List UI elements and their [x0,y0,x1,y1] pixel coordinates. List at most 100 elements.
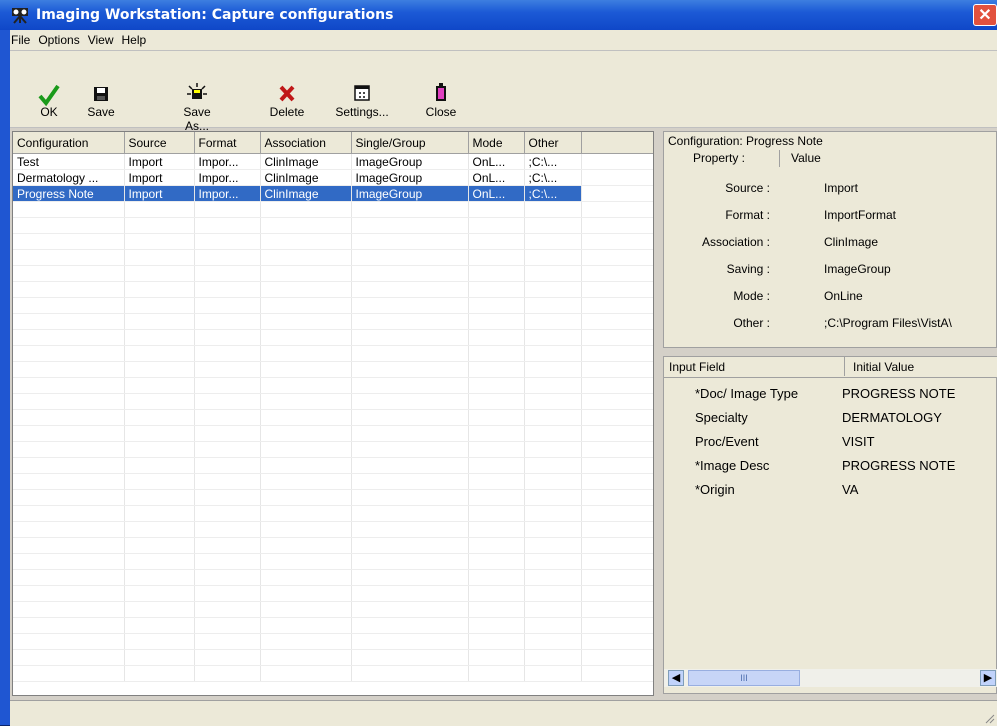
input-field-initial-value: VA [842,482,859,497]
table-cell [194,505,261,522]
table-cell [524,265,582,282]
table-cell [351,585,469,602]
input-field-row[interactable]: *Doc/ Image Type PROGRESS NOTE [664,383,997,404]
input-field-row[interactable]: *Origin VA [664,479,997,500]
ok-button[interactable]: OK [34,81,64,121]
table-cell [581,361,653,378]
input-field-name: *Image Desc [695,458,770,473]
menu-help[interactable]: Help [122,33,154,47]
table-cell [13,265,125,282]
empty-table-row [13,425,653,442]
save-as-button[interactable]: Save As... [170,81,224,133]
save-button[interactable]: Save [80,81,122,121]
column-header-single-group[interactable]: Single/Group [351,132,469,154]
table-cell [124,521,195,538]
table-cell: Test [13,153,125,170]
property-value: ;C:\Program Files\VistA\ [824,316,952,330]
column-header-empty [581,132,653,154]
empty-table-row [13,569,653,586]
table-cell [581,473,653,490]
floppy-disk-icon [94,87,108,101]
table-cell [351,441,469,458]
table-cell [260,633,352,650]
table-cell [468,553,525,570]
close-window-button[interactable]: ✕ [973,4,997,26]
table-cell [194,489,261,506]
table-cell [194,665,261,682]
table-cell [581,649,653,666]
table-cell [13,489,125,506]
input-fields-panel[interactable]: Input Field Initial Value *Doc/ Image Ty… [663,356,997,694]
column-header-format[interactable]: Format [194,132,261,154]
table-cell [260,377,352,394]
horizontal-scrollbar[interactable]: ◀ III ▶ [664,669,997,687]
table-row[interactable]: Dermatology ... Import Impor... ClinImage Im… [13,169,653,186]
value-column-header: Value [791,151,821,165]
table-cell: ClinImage [260,169,352,186]
table-row[interactable]: Test Import Impor... ClinImage ImageGroup OnL… [13,153,653,170]
column-header-mode[interactable]: Mode [468,132,525,154]
table-cell [260,569,352,586]
table-cell [124,569,195,586]
settings-button[interactable]: Settings... [334,81,390,121]
table-cell [351,521,469,538]
column-header-other[interactable]: Other [524,132,582,154]
table-cell [351,217,469,234]
table-cell [351,233,469,250]
table-cell [581,409,653,426]
table-cell [13,409,125,426]
scroll-right-icon[interactable]: ▶ [980,670,996,686]
grid-header-row: Configuration Source Format Association … [13,132,653,154]
menu-options[interactable]: Options [38,33,86,47]
input-field-column-header[interactable]: Input Field [669,360,725,374]
properties-panel: Configuration: Progress Note Property : … [663,131,997,348]
table-cell [581,281,653,298]
table-cell [194,329,261,346]
resize-grip-icon[interactable] [983,712,995,724]
table-cell: OnL... [468,185,525,202]
configurations-grid[interactable]: Configuration Source Format Association … [12,131,654,696]
table-cell [351,281,469,298]
empty-table-row [13,505,653,522]
close-button[interactable]: Close [424,81,458,121]
column-header-source[interactable]: Source [124,132,195,154]
table-cell [524,201,582,218]
table-cell [351,345,469,362]
table-row[interactable]: Progress Note Import Impor... ClinImage Imag… [13,185,653,202]
menu-file[interactable]: File [11,33,37,47]
table-cell [260,265,352,282]
table-cell [351,409,469,426]
column-header-configuration[interactable]: Configuration [13,132,125,154]
input-field-row[interactable]: Specialty DERMATOLOGY [664,407,997,428]
input-field-row[interactable]: *Image Desc PROGRESS NOTE [664,455,997,476]
empty-table-row [13,393,653,410]
menu-view[interactable]: View [88,33,121,47]
status-bar [10,700,997,726]
input-field-initial-value: DERMATOLOGY [842,410,942,425]
table-cell [13,585,125,602]
table-cell [524,489,582,506]
empty-table-row [13,633,653,650]
scroll-left-icon[interactable]: ◀ [668,670,684,686]
table-cell [13,361,125,378]
scroll-thumb[interactable]: III [688,670,800,686]
table-cell [194,585,261,602]
table-cell [194,457,261,474]
column-header-association[interactable]: Association [260,132,352,154]
table-cell [124,249,195,266]
delete-button[interactable]: Delete [265,81,309,121]
title-bar[interactable]: Imaging Workstation: Capture configurati… [0,0,997,30]
initial-value-column-header[interactable]: Initial Value [853,360,914,374]
table-cell [581,329,653,346]
table-cell [468,425,525,442]
table-cell [351,489,469,506]
table-cell [468,345,525,362]
table-cell [524,553,582,570]
property-value: ClinImage [824,235,879,249]
right-panel: Configuration: Progress Note Property : … [663,131,997,694]
table-cell [13,217,125,234]
table-cell [194,345,261,362]
table-cell [468,313,525,330]
empty-table-row [13,217,653,234]
input-field-row[interactable]: Proc/Event VISIT [664,431,997,452]
